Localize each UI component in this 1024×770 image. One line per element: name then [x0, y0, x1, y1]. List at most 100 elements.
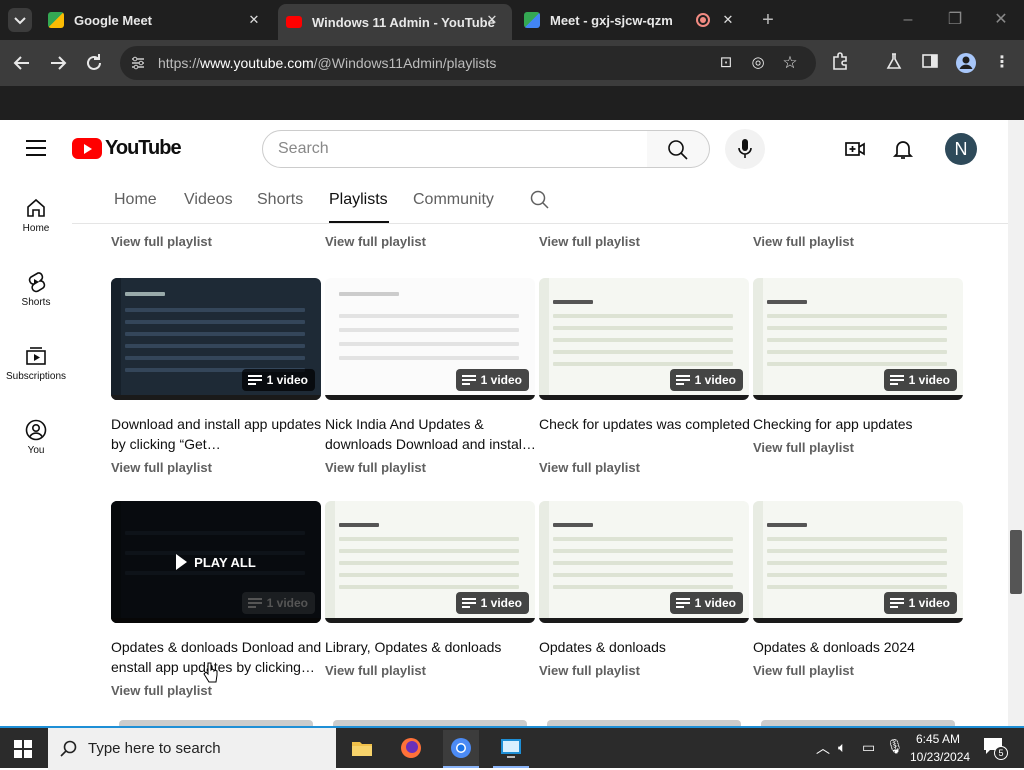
notification-count-badge: 5 [994, 746, 1008, 760]
playlist-thumbnail[interactable]: 1 video [753, 501, 963, 623]
view-full-playlist-link[interactable]: View full playlist [753, 234, 854, 249]
extensions-icon[interactable] [828, 51, 852, 75]
playlist-thumbnail[interactable]: 1 video [325, 501, 535, 623]
clock-date[interactable]: 10/23/2024 [910, 750, 970, 764]
page-scrollbar[interactable] [1008, 120, 1024, 726]
search-button[interactable] [647, 130, 710, 168]
chrome-taskbar-button[interactable] [443, 730, 479, 768]
playlist-title[interactable]: Opdates & donloads 2024 [753, 637, 965, 657]
notification-center-button[interactable]: 5 [982, 736, 1008, 762]
view-full-playlist-link[interactable]: View full playlist [325, 460, 426, 475]
side-panel-icon[interactable] [918, 51, 942, 75]
tab-playlists[interactable]: Playlists [329, 191, 388, 209]
reload-icon [87, 54, 101, 70]
eye-slash-icon[interactable]: ◎ [746, 51, 770, 75]
account-avatar[interactable]: N [945, 133, 977, 165]
guide-menu-button[interactable] [26, 140, 46, 156]
microphone-icon [738, 139, 752, 158]
view-full-playlist-link[interactable]: View full playlist [753, 440, 854, 455]
view-full-playlist-link[interactable]: View full playlist [539, 663, 640, 678]
back-button[interactable] [10, 51, 34, 75]
playlist-title[interactable]: Download and install app updates by clic… [111, 414, 323, 454]
video-count: 1 video [694, 596, 736, 610]
playlist-thumbnail[interactable]: 1 video [539, 278, 749, 400]
create-button[interactable] [843, 137, 867, 161]
close-icon[interactable]: ✕ [720, 12, 736, 28]
file-explorer-taskbar-button[interactable] [350, 736, 374, 760]
playlist-icon [889, 598, 904, 608]
view-full-playlist-link[interactable]: View full playlist [111, 460, 212, 475]
url-path: /@Windows11Admin/playlists [313, 55, 497, 71]
site-settings-icon[interactable] [130, 55, 146, 71]
install-app-icon[interactable]: ⊡ [714, 51, 738, 75]
bookmark-star-icon[interactable]: ☆ [778, 51, 802, 75]
guide-home[interactable]: Home [0, 196, 72, 234]
guide-subscriptions[interactable]: Subscriptions [0, 344, 72, 382]
close-icon[interactable]: ✕ [246, 12, 262, 28]
forward-button[interactable] [46, 51, 70, 75]
notifications-button[interactable] [891, 137, 915, 161]
browser-menu-button[interactable]: ⋮ [990, 51, 1014, 75]
view-full-playlist-link[interactable]: View full playlist [539, 234, 640, 249]
playlist-thumbnail[interactable]: 1 video [325, 278, 535, 400]
close-window-button[interactable]: ✕ [989, 8, 1013, 32]
taskbar-search[interactable]: Type here to search [48, 728, 336, 770]
guide-shorts[interactable]: Shorts [0, 270, 72, 308]
tab-videos[interactable]: Videos [184, 191, 233, 209]
playlist-thumbnail[interactable]: 1 video [753, 278, 963, 400]
playlist-thumbnail[interactable]: PLAY ALL 1 video [111, 501, 321, 623]
clock-time[interactable]: 6:45 AM [916, 732, 960, 746]
browser-tab-strip: Google Meet ✕ Windows 11 Admin - YouTube… [0, 0, 1024, 40]
view-full-playlist-link[interactable]: View full playlist [325, 663, 426, 678]
new-tab-button[interactable]: + [756, 8, 780, 32]
playlist-title[interactable]: Checking for app updates [753, 414, 965, 434]
view-full-playlist-link[interactable]: View full playlist [111, 683, 212, 698]
guide-label: Subscriptions [5, 371, 67, 382]
view-full-playlist-link[interactable]: View full playlist [539, 460, 640, 475]
search-box[interactable] [262, 130, 648, 168]
close-icon[interactable]: ✕ [484, 12, 500, 28]
video-count: 1 video [908, 596, 950, 610]
playlist-title[interactable]: Nick India And Updates & downloads Downl… [325, 414, 537, 454]
subscriptions-icon [26, 347, 46, 365]
view-full-playlist-link[interactable]: View full playlist [111, 234, 212, 249]
video-count-badge: 1 video [241, 592, 315, 614]
playlist-title[interactable]: Library, Opdates & donloads [325, 637, 537, 657]
tab-youtube[interactable]: Windows 11 Admin - YouTube ✕ [278, 4, 512, 40]
tab-shorts[interactable]: Shorts [257, 191, 303, 209]
address-bar[interactable]: https://www.youtube.com/@Windows11Admin/… [120, 46, 816, 80]
labs-icon[interactable] [882, 51, 906, 75]
channel-tabs: Home Videos Shorts Playlists Community [72, 178, 1008, 224]
playlist-thumbnail[interactable]: 1 video [111, 278, 321, 400]
reload-button[interactable] [82, 51, 106, 75]
remote-desktop-taskbar-button[interactable] [493, 730, 529, 768]
guide-you[interactable]: You [0, 418, 72, 456]
scrollbar-thumb[interactable] [1010, 530, 1022, 594]
tab-home[interactable]: Home [114, 191, 157, 209]
channel-search-button[interactable] [530, 190, 550, 210]
youtube-logo[interactable]: YouTube [72, 137, 182, 160]
tab-meet-call[interactable]: Meet - gxj-sjcw-qzm ✕ [516, 0, 748, 40]
show-hidden-icons-button[interactable]: ︿ [816, 738, 830, 758]
view-full-playlist-link[interactable]: View full playlist [325, 234, 426, 249]
volume-icon[interactable]: 🔈︎ [838, 739, 846, 756]
maximize-button[interactable]: ❐ [943, 8, 967, 32]
playlist-title[interactable]: Opdates & donloads [539, 637, 751, 657]
start-button[interactable] [14, 740, 32, 758]
search-icon [668, 140, 688, 160]
taskbar-search-input[interactable]: Type here to search [88, 740, 221, 757]
microphone-icon[interactable]: 🎙︎ [886, 738, 904, 755]
view-full-playlist-link[interactable]: View full playlist [753, 663, 854, 678]
tab-search-button[interactable] [8, 8, 32, 32]
profile-button[interactable] [954, 51, 978, 75]
tab-google-meet[interactable]: Google Meet ✕ [44, 0, 274, 40]
playlist-thumbnail[interactable]: 1 video [539, 501, 749, 623]
tab-community[interactable]: Community [413, 191, 494, 209]
voice-search-button[interactable] [725, 129, 765, 169]
firefox-taskbar-button[interactable] [399, 736, 423, 760]
minimize-button[interactable]: – [896, 8, 920, 32]
playlist-title[interactable]: Check for updates was completed [539, 414, 751, 434]
search-input[interactable] [263, 131, 623, 167]
logo-text: YouTube [105, 137, 182, 159]
network-icon[interactable]: ▭ [862, 739, 875, 756]
